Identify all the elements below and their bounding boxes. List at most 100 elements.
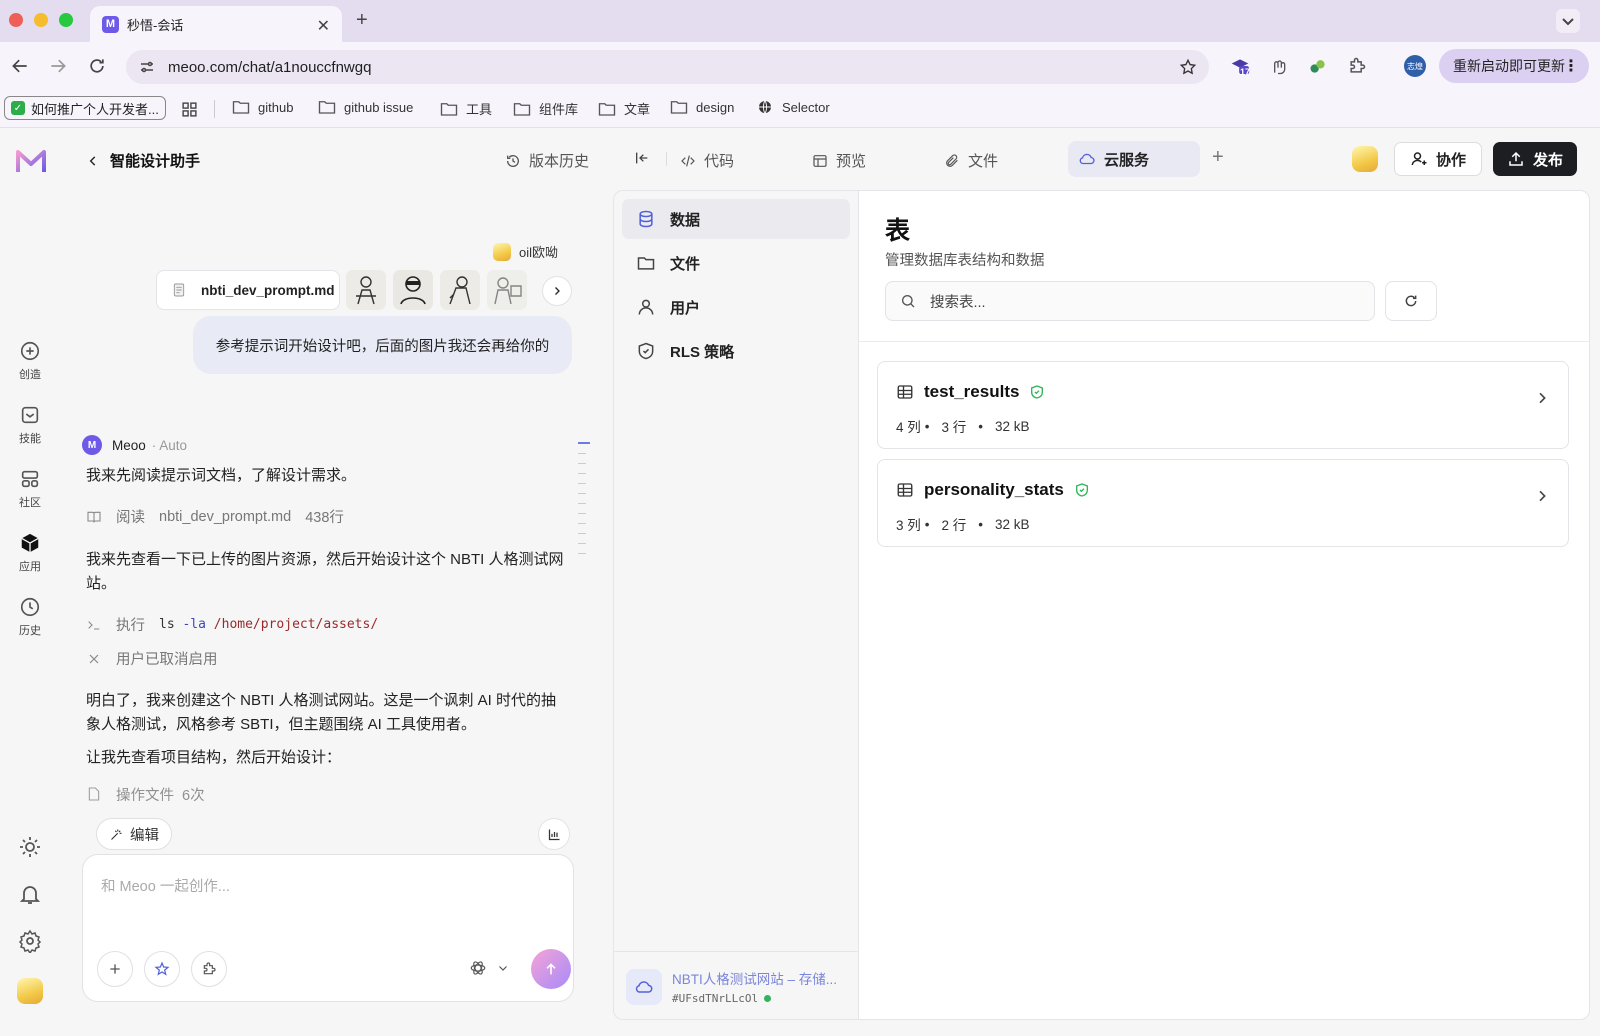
- cloud-nav-rls[interactable]: RLS 策略: [622, 331, 850, 371]
- bookmark-item[interactable]: Selector: [756, 99, 830, 115]
- stats-button[interactable]: [538, 818, 570, 850]
- settings-gear-icon[interactable]: [18, 929, 42, 953]
- tool-read-lines: 438行: [305, 510, 344, 526]
- page-title: 智能设计助手: [110, 153, 201, 170]
- table-row[interactable]: personality_stats 3 列 • 2 行 • 32 kB: [877, 459, 1569, 547]
- table-search-input[interactable]: 搜索表...: [885, 281, 1375, 321]
- assistant-name: Meoo: [112, 437, 146, 453]
- user-message-text: 参考提示词开始设计吧，后面的图片我还会再给你的: [215, 338, 550, 355]
- add-tab-button[interactable]: +: [1212, 146, 1224, 169]
- tool-exec-row[interactable]: 执行 ls -la /home/project/assets/: [86, 614, 378, 635]
- collapse-panel-icon[interactable]: [634, 150, 650, 166]
- bookmark-star-icon[interactable]: [1179, 58, 1197, 76]
- bookmark-folder[interactable]: design: [670, 99, 734, 115]
- bookmark-label: Selector: [782, 99, 830, 115]
- sidebar-item-history[interactable]: 历史: [14, 596, 46, 638]
- tables-subtitle: 管理数据库表结构和数据: [885, 253, 1045, 269]
- extensions-puzzle-icon[interactable]: [1347, 56, 1367, 76]
- chevron-down-icon: [497, 962, 509, 974]
- tab-cloud[interactable]: 云服务: [1068, 141, 1200, 177]
- cloud-nav-files[interactable]: 文件: [622, 243, 850, 283]
- send-button[interactable]: [531, 949, 571, 989]
- tab-code[interactable]: 代码: [680, 150, 734, 171]
- edit-label: 编辑: [130, 827, 159, 844]
- plugin-button[interactable]: [191, 951, 227, 987]
- tab-title: 秒悟-会话: [127, 17, 184, 33]
- chat-panel: oil欧呦 nbti_dev_prompt.md 参考提示词开始设计吧，后面的图…: [60, 190, 612, 1036]
- image-thumbnail[interactable]: [487, 270, 527, 310]
- favicon-icon: M: [102, 15, 119, 33]
- edit-button[interactable]: 编辑: [96, 818, 172, 850]
- thumbnail-next-button[interactable]: [542, 276, 572, 306]
- forward-arrow-icon[interactable]: [48, 56, 68, 76]
- more-vert-icon[interactable]: ⋮: [1563, 56, 1579, 76]
- magic-button[interactable]: [144, 951, 180, 987]
- bookmark-folder[interactable]: 组件库: [513, 99, 578, 118]
- sidebar-item-apps[interactable]: 应用: [14, 532, 46, 574]
- bookmark-folder[interactable]: github: [232, 99, 293, 115]
- puzzle-icon: [201, 961, 217, 977]
- collaborator-avatar[interactable]: [1352, 146, 1378, 172]
- tool-ops-row[interactable]: 操作文件 6次: [86, 787, 205, 801]
- restart-update-button[interactable]: 重新启动即可更新 ⋮: [1439, 49, 1589, 83]
- back-title-button[interactable]: 智能设计助手: [86, 150, 200, 171]
- publish-button[interactable]: 发布: [1493, 142, 1577, 176]
- address-bar[interactable]: meoo.com/chat/a1nouccfnwgq: [126, 50, 1209, 84]
- back-arrow-icon[interactable]: [10, 56, 30, 76]
- bookmark-folder[interactable]: 文章: [598, 99, 650, 118]
- user-avatar[interactable]: [17, 978, 43, 1004]
- meoo-logo[interactable]: [14, 146, 48, 176]
- sidebar-item-create[interactable]: 创造: [14, 340, 46, 382]
- cloud-nav-data[interactable]: 数据: [622, 199, 850, 239]
- tab-files[interactable]: 文件: [944, 150, 998, 171]
- tables-title: 表: [885, 217, 911, 245]
- sidebar-item-skills[interactable]: 技能: [14, 404, 46, 446]
- close-window-button[interactable]: [9, 13, 23, 27]
- sidebar-item-label: 技能: [19, 433, 41, 445]
- maximize-window-button[interactable]: [59, 13, 73, 27]
- preview-layout-icon: [812, 153, 828, 169]
- chat-composer[interactable]: 和 Meoo 一起创作...: [82, 854, 574, 1002]
- apps-grid-icon[interactable]: [181, 101, 198, 118]
- chevron-right-icon[interactable]: [1534, 390, 1550, 406]
- exec-cmd: ls: [159, 617, 175, 632]
- version-history-button[interactable]: 版本历史: [505, 150, 589, 171]
- extension-hand-icon[interactable]: [1268, 56, 1288, 76]
- site-settings-icon[interactable]: [138, 58, 156, 76]
- model-selector[interactable]: [469, 959, 509, 977]
- theme-sun-icon[interactable]: [18, 835, 42, 859]
- bookmark-folder[interactable]: github issue: [318, 99, 413, 115]
- app-root: 创造 技能 社区 应用 历史 智能设计助手 版本历史 代码 预览 文件 云服务 …: [0, 128, 1600, 1036]
- sidebar-item-community[interactable]: 社区: [14, 468, 46, 510]
- refresh-button[interactable]: [1385, 281, 1437, 321]
- cloud-nav-users[interactable]: 用户: [622, 287, 850, 327]
- new-tab-button[interactable]: +: [356, 9, 368, 32]
- bookmark-folder[interactable]: 工具: [440, 99, 492, 118]
- image-thumbnail[interactable]: [346, 270, 386, 310]
- bookmark-item[interactable]: ✓ 如何推广个人开发者...: [4, 96, 166, 120]
- tab-search-button[interactable]: [1556, 9, 1580, 33]
- chevron-right-icon[interactable]: [1534, 488, 1550, 504]
- project-card[interactable]: NBTI人格测试网站 – 存储... #UFsdTNrLLcOl: [614, 951, 859, 1021]
- composer-placeholder[interactable]: 和 Meoo 一起创作...: [101, 875, 230, 896]
- chevron-left-icon: [86, 154, 100, 168]
- extension-leaf-icon[interactable]: [1308, 56, 1328, 76]
- collaborate-button[interactable]: 协作: [1394, 142, 1482, 176]
- file-attachment[interactable]: nbti_dev_prompt.md: [156, 270, 340, 310]
- minimize-window-button[interactable]: [34, 13, 48, 27]
- assistant-avatar: M: [82, 435, 102, 455]
- tool-read-row[interactable]: 阅读 nbti_dev_prompt.md 438行: [86, 506, 344, 527]
- image-thumbnail[interactable]: [393, 270, 433, 310]
- table-row[interactable]: test_results 4 列 • 3 行 • 32 kB: [877, 361, 1569, 449]
- image-thumbnail[interactable]: [440, 270, 480, 310]
- tab-preview[interactable]: 预览: [812, 150, 866, 171]
- profile-avatar[interactable]: 志煌: [1404, 55, 1426, 77]
- attach-button[interactable]: [97, 951, 133, 987]
- browser-tab-bar: M 秒悟-会话 ✕ +: [0, 0, 1600, 42]
- bell-icon[interactable]: [18, 882, 42, 906]
- cancelled-text: 用户已取消启用: [116, 652, 218, 668]
- browser-tab[interactable]: M 秒悟-会话 ✕: [90, 6, 342, 42]
- tab-close-icon[interactable]: ✕: [317, 16, 330, 36]
- message-scroll-indicator[interactable]: [578, 442, 590, 563]
- reload-icon[interactable]: [87, 56, 107, 76]
